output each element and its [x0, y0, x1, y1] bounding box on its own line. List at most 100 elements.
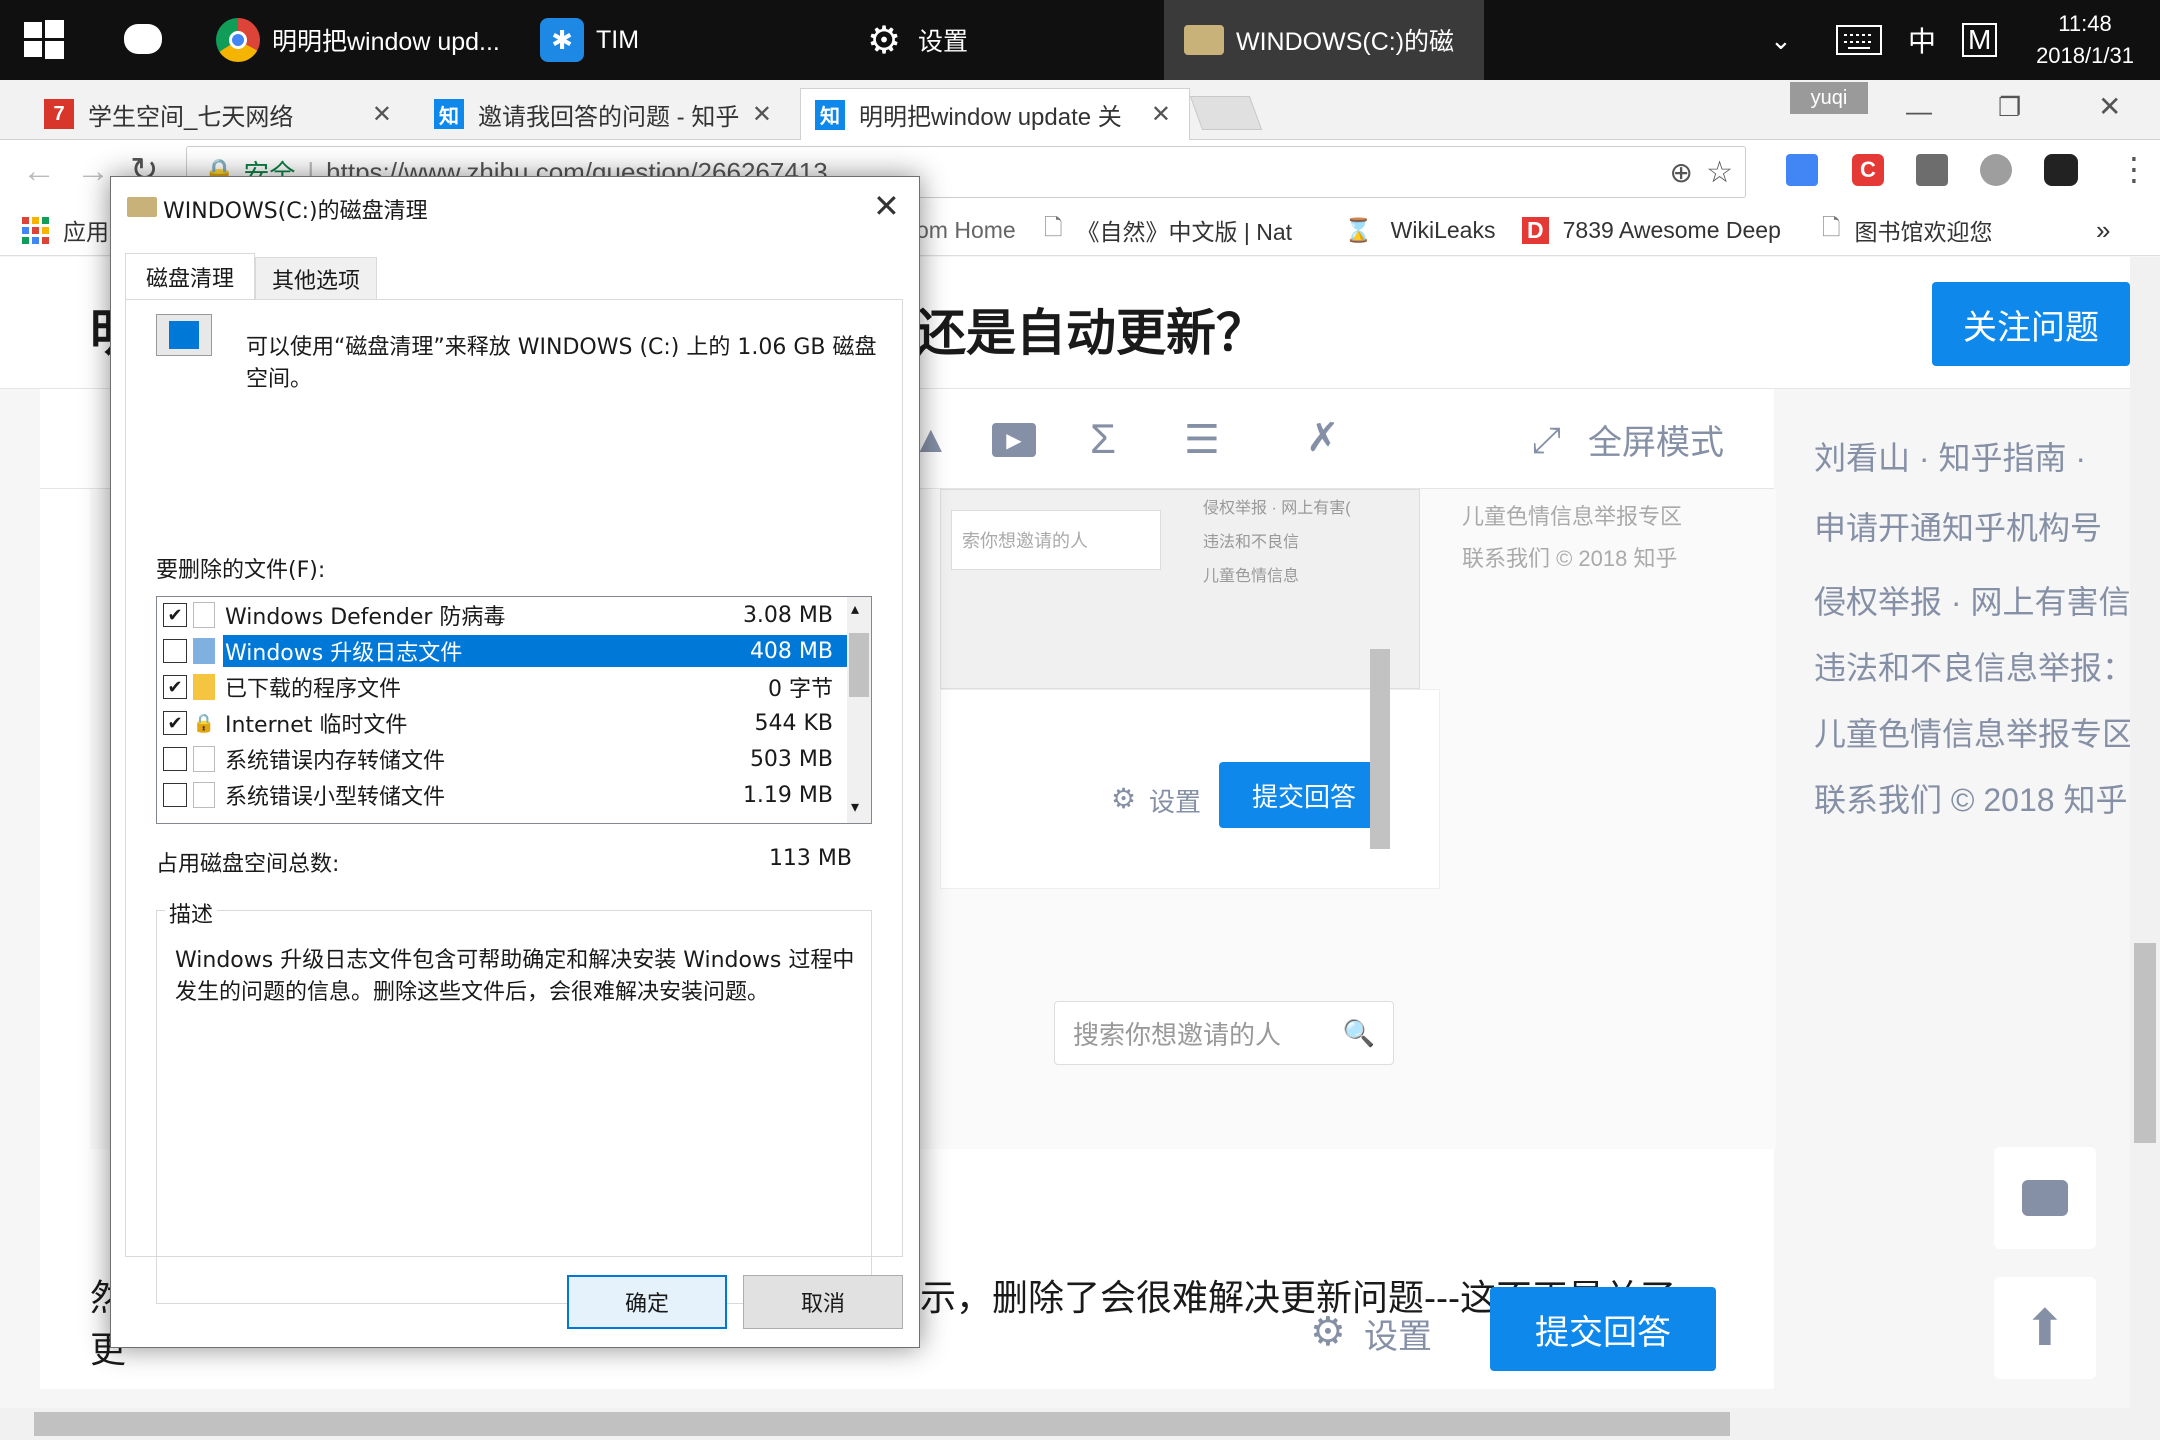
dialog-close-icon[interactable]: ✕: [873, 187, 900, 225]
ime-mode[interactable]: M: [1962, 0, 1998, 80]
file-icon: [193, 782, 215, 808]
chrome-menu-icon[interactable]: ⋮: [2118, 150, 2150, 188]
notification-extension-icon[interactable]: [2044, 154, 2078, 186]
description-label: 描述: [165, 897, 218, 929]
settings-link[interactable]: 设置: [1364, 1309, 1432, 1358]
forward-arrow-icon[interactable]: →: [76, 152, 110, 191]
taskbar-app-chrome[interactable]: 明明把window upd...: [216, 0, 506, 80]
taskbar-app-settings[interactable]: ⚙ 设置: [862, 0, 1062, 80]
video-tool-icon[interactable]: ▶: [992, 423, 1036, 457]
cortana-icon[interactable]: [124, 24, 162, 54]
tab-student-space[interactable]: 7 学生空间_七天网络 ✕: [30, 88, 410, 140]
bookmark-deep[interactable]: D 7839 Awesome Deep: [1522, 212, 1781, 248]
total-space-label: 占用磁盘空间总数:: [156, 852, 340, 877]
tab-more-options[interactable]: 其他选项: [255, 257, 377, 301]
restore-button[interactable]: ❐: [1998, 92, 2021, 123]
start-button[interactable]: [22, 18, 66, 62]
close-window-button[interactable]: ✕: [2098, 90, 2121, 123]
feedback-icon[interactable]: [1994, 1147, 2096, 1249]
page-icon: 🗋: [1044, 213, 1063, 240]
checkbox-defender[interactable]: ✔: [163, 603, 187, 627]
back-arrow-icon[interactable]: ←: [22, 152, 56, 191]
cancel-button[interactable]: 取消: [743, 1275, 903, 1329]
tab-question[interactable]: 知 明明把window update 关 ✕: [800, 88, 1190, 140]
ime-language[interactable]: 中: [1908, 0, 1936, 80]
horizontal-scrollbar[interactable]: [0, 1408, 2130, 1440]
clock-time: 11:48: [2058, 11, 2112, 36]
file-row-minidump[interactable]: 系统错误小型转储文件 1.19 MB: [157, 777, 847, 813]
checkbox-upgrade-logs[interactable]: [163, 639, 187, 663]
back-to-top-icon[interactable]: ⬆: [1994, 1277, 2096, 1379]
total-space-value: 113 MB: [768, 846, 852, 871]
tim-icon: ✱: [540, 18, 584, 62]
file-row-defender[interactable]: ✔ Windows Defender 防病毒 3.08 MB: [157, 597, 847, 633]
file-row-upgrade-logs[interactable]: Windows 升级日志文件 408 MB: [157, 633, 847, 669]
divider-tool-icon[interactable]: ☰: [1184, 417, 1220, 463]
clock[interactable]: 11:48 2018/1/31: [2020, 0, 2150, 80]
lock-icon: 🔒: [192, 712, 216, 734]
files-list-scrollbar[interactable]: ▴ ▾: [847, 597, 871, 823]
sidebar-link[interactable]: 儿童色情信息举报专区: [1814, 709, 2134, 755]
submit-answer-button[interactable]: 提交回答: [1490, 1287, 1716, 1371]
tab-invitations[interactable]: 知 邀请我回答的问题 - 知乎 ✕: [420, 88, 790, 140]
bookmark-apps[interactable]: 应用: [22, 212, 109, 248]
close-tab-icon[interactable]: ✕: [372, 100, 392, 129]
formula-tool-icon[interactable]: Σ: [1090, 415, 1116, 463]
bookmarks-overflow[interactable]: »: [2096, 212, 2110, 248]
clear-format-icon[interactable]: ✗: [1306, 415, 1340, 461]
checkbox-minidump[interactable]: [163, 783, 187, 807]
fullscreen-label[interactable]: 全屏模式: [1588, 415, 1724, 464]
disk-cleanup-icon: [1184, 25, 1224, 55]
translate-extension-icon[interactable]: [1786, 154, 1818, 186]
new-tab-button[interactable]: [1189, 96, 1263, 130]
zoom-icon[interactable]: ⊕: [1670, 156, 1693, 189]
profile-badge[interactable]: yuqi: [1790, 82, 1868, 114]
close-tab-icon[interactable]: ✕: [1151, 100, 1171, 129]
bookmark-nature[interactable]: 🗋 《自然》中文版 | Nat: [1044, 212, 1292, 248]
scroll-down-icon[interactable]: ▾: [851, 797, 859, 816]
fullscreen-icon[interactable]: ⤢: [1532, 419, 1561, 462]
sidebar-link[interactable]: 侵权举报 · 网上有害信: [1814, 577, 2130, 623]
bookmark-home[interactable]: om Home: [916, 212, 1016, 248]
file-row-memory-dump[interactable]: 系统错误内存转储文件 503 MB: [157, 741, 847, 777]
sidebar-link[interactable]: 联系我们 © 2018 知乎: [1814, 775, 2127, 821]
ok-button[interactable]: 确定: [567, 1275, 727, 1329]
globe-extension-icon[interactable]: [1980, 154, 2012, 186]
file-icon: [193, 602, 215, 628]
bookmark-wikileaks[interactable]: ⌛ WikiLeaks: [1344, 212, 1495, 248]
clock-date: 2018/1/31: [2036, 43, 2134, 68]
d-logo-icon: D: [1522, 216, 1549, 244]
follow-question-button[interactable]: 关注问题: [1932, 282, 2130, 366]
taskbar-app-disk-cleanup[interactable]: WINDOWS(C:)的磁: [1164, 0, 1484, 80]
checkbox-downloaded-programs[interactable]: ✔: [163, 675, 187, 699]
tab-favicon: 知: [815, 99, 845, 130]
minimize-button[interactable]: —: [1906, 96, 1932, 127]
sidebar-link[interactable]: 刘看山 · 知乎指南 ·: [1814, 433, 2086, 479]
checkbox-internet-temp[interactable]: ✔: [163, 711, 187, 735]
sidebar-link[interactable]: 申请开通知乎机构号: [1814, 503, 2102, 549]
settings-gear-icon[interactable]: ⚙: [1310, 1309, 1346, 1355]
taskbar-app-tim[interactable]: ✱ TIM: [540, 0, 740, 80]
embedded-gear-icon: ⚙: [1111, 783, 1137, 814]
question-title-end: 还是自动更新？: [916, 305, 1266, 361]
dialog-titlebar[interactable]: WINDOWS(C:)的磁盘清理 ✕: [111, 177, 919, 237]
tab-disk-cleanup[interactable]: 磁盘清理: [125, 253, 255, 301]
scroll-up-icon[interactable]: ▴: [851, 599, 859, 618]
disk-cleanup-icon: [127, 197, 157, 217]
cleanup-intro: 可以使用“磁盘清理”来释放 WINDOWS (C:) 上的 1.06 GB 磁盘…: [246, 335, 877, 392]
bookmark-library[interactable]: 🗋 图书馆欢迎您: [1822, 212, 1993, 248]
file-icon: [193, 746, 215, 772]
embedded-search-icon: 🔍: [1342, 1017, 1375, 1048]
c-extension-icon[interactable]: C: [1852, 154, 1884, 186]
checkbox-memory-dump[interactable]: [163, 747, 187, 771]
file-row-internet-temp[interactable]: ✔ 🔒 Internet 临时文件 544 KB: [157, 705, 847, 741]
page-icon: 🗋: [1822, 213, 1841, 240]
vertical-scrollbar[interactable]: [2130, 257, 2160, 1440]
file-row-downloaded-programs[interactable]: ✔ 已下载的程序文件 0 字节: [157, 669, 847, 705]
tray-overflow-chevron-icon[interactable]: ⌄: [1770, 0, 1792, 80]
image-extension-icon[interactable]: [1916, 154, 1948, 186]
sidebar-link[interactable]: 违法和不良信息举报：: [1814, 643, 2134, 689]
keyboard-icon[interactable]: [1836, 0, 1882, 80]
close-tab-icon[interactable]: ✕: [752, 100, 772, 129]
star-icon[interactable]: ☆: [1706, 155, 1733, 190]
